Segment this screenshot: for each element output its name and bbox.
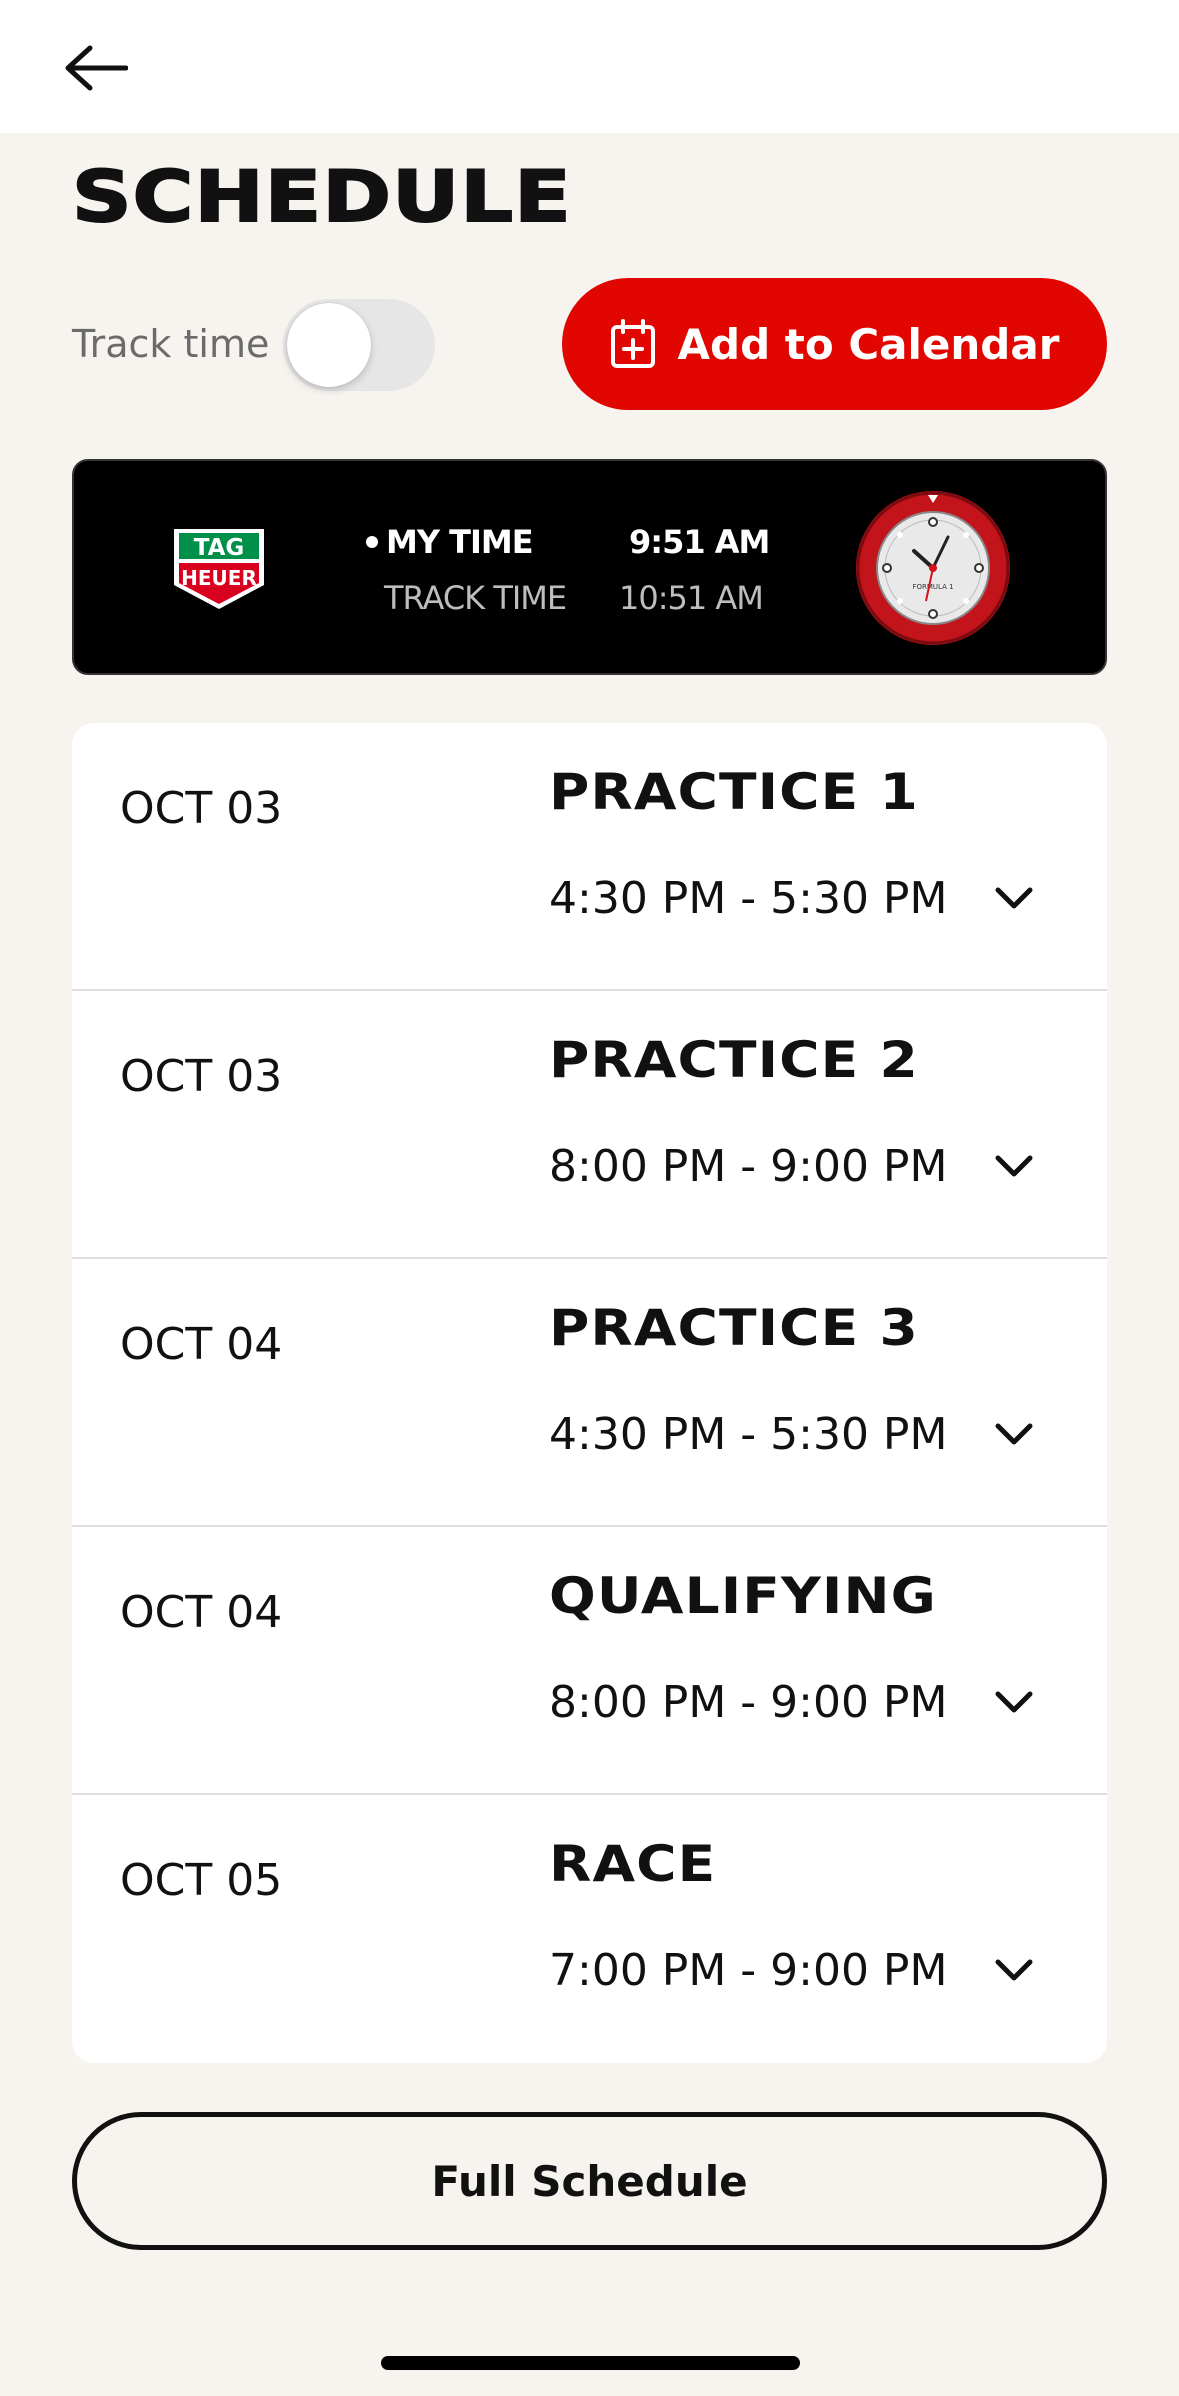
session-date: OCT 04 xyxy=(120,1319,283,1370)
session-row[interactable]: OCT 03 PRACTICE 1 4:30 PM - 5:30 PM xyxy=(72,723,1107,991)
session-time: 7:00 PM - 9:00 PM xyxy=(549,1945,948,1996)
session-row[interactable]: OCT 04 QUALIFYING 8:00 PM - 9:00 PM xyxy=(72,1527,1107,1795)
add-to-calendar-label: Add to Calendar xyxy=(677,319,1060,369)
session-list: OCT 03 PRACTICE 1 4:30 PM - 5:30 PM OCT … xyxy=(72,723,1107,2063)
chevron-down-icon[interactable] xyxy=(992,1687,1036,1717)
top-bar xyxy=(0,0,1179,133)
session-date: OCT 05 xyxy=(120,1855,283,1906)
tag-heuer-logo-icon: TAG HEUER xyxy=(174,529,264,609)
arrow-left-icon xyxy=(65,45,128,91)
session-row[interactable]: OCT 04 PRACTICE 3 4:30 PM - 5:30 PM xyxy=(72,1259,1107,1527)
track-time-label: Track time xyxy=(72,322,270,366)
active-dot xyxy=(366,536,378,548)
session-name: PRACTICE 2 xyxy=(549,1031,919,1089)
session-time: 4:30 PM - 5:30 PM xyxy=(549,873,948,924)
session-time: 8:00 PM - 9:00 PM xyxy=(549,1141,948,1192)
my-time-label: MY TIME xyxy=(386,523,534,561)
svg-text:TAG: TAG xyxy=(194,535,245,561)
session-date: OCT 03 xyxy=(120,783,283,834)
watch-icon: FORMULA 1 xyxy=(856,491,1010,645)
chevron-down-icon[interactable] xyxy=(992,1151,1036,1181)
session-name: PRACTICE 1 xyxy=(549,763,919,821)
chevron-down-icon[interactable] xyxy=(992,883,1036,913)
chevron-down-icon[interactable] xyxy=(992,1419,1036,1449)
track-time-toggle[interactable] xyxy=(283,299,435,391)
time-display-bar: TAG HEUER MY TIME 9:51 AM TRACK TIME 10:… xyxy=(72,459,1107,675)
session-name: RACE xyxy=(549,1835,717,1893)
session-date: OCT 04 xyxy=(120,1587,283,1638)
session-time: 4:30 PM - 5:30 PM xyxy=(549,1409,948,1460)
home-indicator[interactable] xyxy=(381,2356,800,2370)
back-button[interactable] xyxy=(58,38,134,98)
calendar-add-icon xyxy=(610,319,655,368)
session-date: OCT 03 xyxy=(120,1051,283,1102)
add-to-calendar-button[interactable]: Add to Calendar xyxy=(562,278,1107,410)
chevron-down-icon[interactable] xyxy=(992,1955,1036,1985)
session-time: 8:00 PM - 9:00 PM xyxy=(549,1677,948,1728)
track-time-label-bar: TRACK TIME xyxy=(384,579,567,617)
watch-label: FORMULA 1 xyxy=(912,583,953,591)
toggle-knob xyxy=(287,303,371,387)
page-title: SCHEDULE xyxy=(71,155,572,239)
session-name: PRACTICE 3 xyxy=(549,1299,919,1357)
session-row[interactable]: OCT 03 PRACTICE 2 8:00 PM - 9:00 PM xyxy=(72,991,1107,1259)
full-schedule-label: Full Schedule xyxy=(431,2156,748,2206)
session-name: QUALIFYING xyxy=(549,1567,937,1625)
session-row[interactable]: OCT 05 RACE 7:00 PM - 9:00 PM xyxy=(72,1795,1107,2063)
track-time-value: 10:51 AM xyxy=(619,579,764,617)
svg-text:HEUER: HEUER xyxy=(181,566,257,590)
full-schedule-button[interactable]: Full Schedule xyxy=(72,2112,1107,2250)
my-time-value: 9:51 AM xyxy=(629,523,770,561)
